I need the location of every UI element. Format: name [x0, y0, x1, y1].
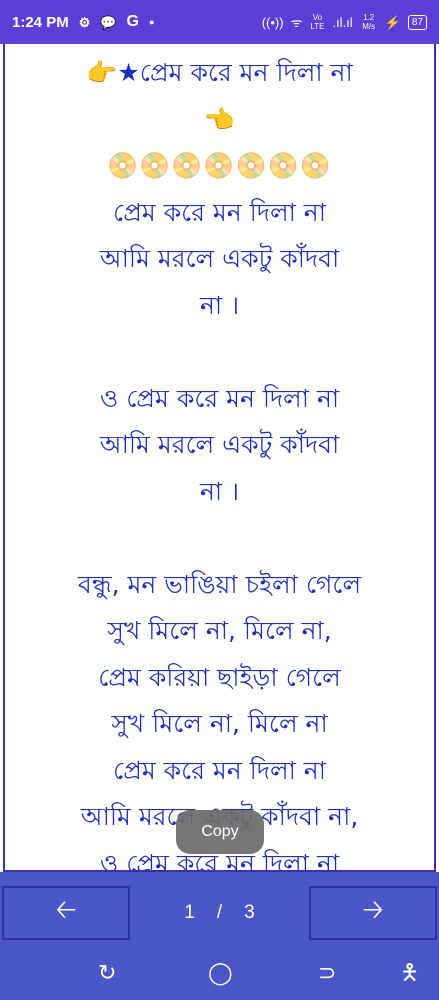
signal-icon: .ıl.ıl	[332, 14, 353, 30]
previous-page-button[interactable]: 🡠	[2, 886, 130, 940]
page-separator: /	[216, 902, 223, 923]
lyrics-frame: 👉★প্রেম করে মন দিলা না 👈 📀📀📀📀📀📀📀 প্রেম ক…	[3, 44, 436, 872]
disc-emoji-row: 📀📀📀📀📀📀📀	[107, 151, 332, 180]
lyric-line: আমি মরলে একটু কাঁদবা	[99, 244, 340, 273]
status-bar: 1:24 PM ⚙ 💬 G ● ((•)) ᯤ Vo LTE .ıl.ıl 1.…	[0, 0, 439, 44]
lyric-line: প্রেম করিয়া ছাইড়া গেলে	[98, 662, 341, 692]
bottom-nav-bar: 🡠 1 / 3 🡢 ↻ ◯ ⊃ 🯅	[0, 872, 439, 1000]
dot-icon: ●	[149, 16, 155, 27]
charging-icon: ⚡	[384, 14, 401, 30]
page-indicator: 1 / 3	[130, 886, 309, 940]
battery-level: 87	[407, 14, 427, 30]
gear-icon: ⚙	[78, 14, 91, 30]
stanza-gap	[5, 329, 434, 376]
volte-label: Vo LTE	[310, 13, 325, 31]
recent-apps-icon[interactable]: ↻	[98, 956, 116, 992]
pointer-emoji: 👈	[203, 104, 236, 134]
lyric-line: সুখ মিলে না, মিলে না	[111, 709, 328, 738]
copy-toast[interactable]: Copy	[176, 810, 264, 854]
lyrics-header: 👉★প্রেম করে মন দিলা না	[86, 58, 353, 87]
hotspot-icon: ((•))	[261, 14, 284, 30]
status-right: ((•)) ᯤ Vo LTE .ıl.ıl 1.2 M/s ⚡ 87	[262, 13, 427, 31]
lyric-line: ও প্রেম করে মন দিলা না	[99, 383, 340, 413]
next-page-button[interactable]: 🡢	[309, 886, 437, 940]
arrow-right-icon: 🡢	[362, 895, 384, 925]
google-g-icon: G	[126, 13, 139, 30]
chat-bubble-icon: 💬	[100, 14, 117, 30]
arrow-left-icon: 🡠	[55, 895, 77, 925]
lyric-line: না ।	[199, 290, 240, 320]
status-left: 1:24 PM ⚙ 💬 G ●	[12, 14, 154, 31]
lyric-line: প্রেম করে মন দিলা না	[113, 197, 326, 227]
system-nav-bar: ↻ ◯ ⊃ 🯅	[0, 956, 439, 992]
lyrics-text[interactable]: 👉★প্রেম করে মন দিলা না 👈 📀📀📀📀📀📀📀 প্রেম ক…	[5, 50, 434, 870]
lyric-line: আমি মরলে একটু কাঁদবা	[99, 430, 340, 459]
lyric-line: প্রেম করে মন দিলা না	[113, 755, 326, 785]
lyric-line: বন্ধু, মন ভাঙিয়া চইলা গেলে	[77, 569, 362, 599]
stanza-gap	[5, 515, 434, 562]
status-time: 1:24 PM	[12, 13, 69, 31]
current-page: 1	[184, 902, 195, 923]
wifi-icon: ᯤ	[290, 14, 303, 30]
home-icon[interactable]: ◯	[208, 956, 233, 992]
lyric-line: না ।	[199, 476, 240, 506]
total-pages: 3	[244, 902, 255, 923]
lyric-line: সুখ মিলে না, মিলে না,	[107, 616, 332, 645]
network-speed: 1.2 M/s	[362, 13, 376, 31]
back-icon[interactable]: ⊃	[318, 956, 336, 992]
accessibility-icon[interactable]: 🯅	[400, 956, 419, 992]
